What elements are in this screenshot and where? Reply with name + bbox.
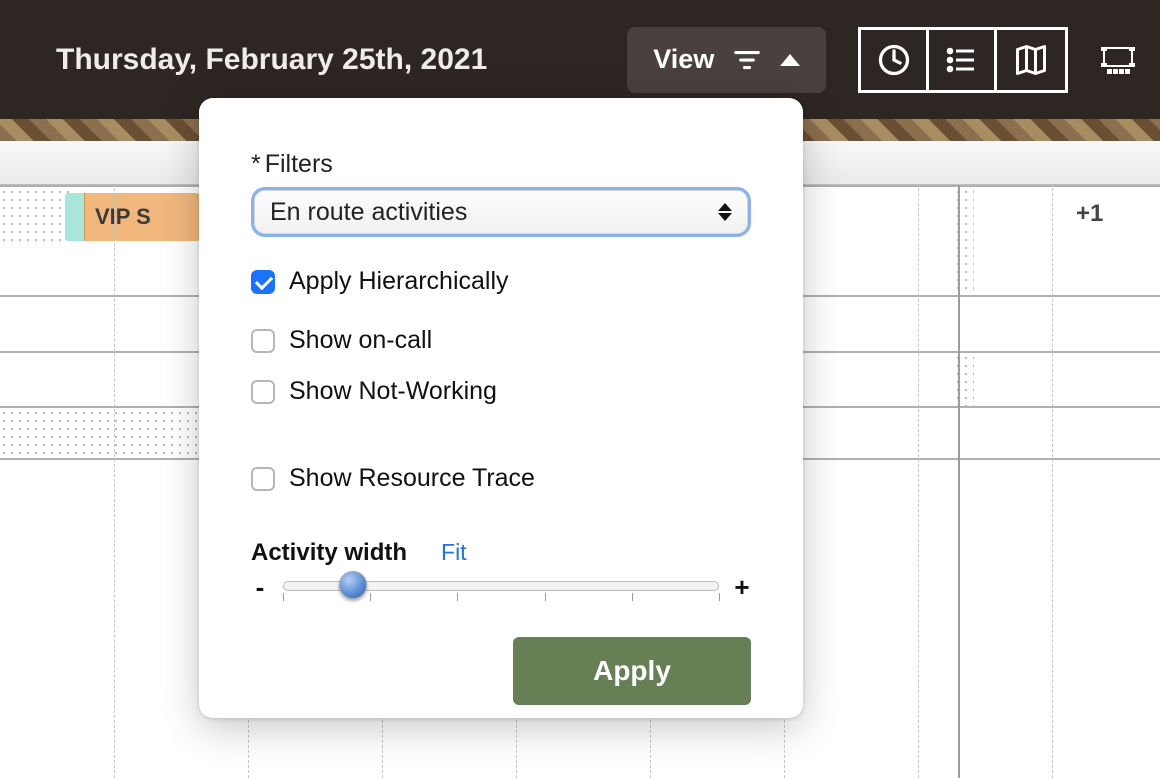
unavailable-slot <box>0 188 70 241</box>
hour-gridline <box>1052 138 1053 778</box>
show-resource-trace-checkbox[interactable] <box>251 467 275 491</box>
show-resource-trace-label: Show Resource Trace <box>289 464 535 493</box>
activity-resize-handle[interactable] <box>65 193 85 241</box>
view-menu-label: View <box>653 44 714 75</box>
filter-icon <box>732 45 762 75</box>
apply-button[interactable]: Apply <box>513 637 751 705</box>
fit-link[interactable]: Fit <box>441 539 467 566</box>
unavailable-slot <box>954 354 974 407</box>
map-view-button[interactable] <box>997 30 1065 90</box>
filters-heading: *Filters <box>251 150 751 179</box>
activity-width-label: Activity width <box>251 539 407 567</box>
slider-thumb[interactable] <box>339 571 367 599</box>
caret-up-icon <box>780 54 800 66</box>
day-boundary <box>958 138 960 778</box>
filters-select-value: En route activities <box>270 198 467 227</box>
apply-hierarchically-label: Apply Hierarchically <box>289 267 509 296</box>
list-view-button[interactable] <box>929 30 997 90</box>
filters-heading-text: Filters <box>265 150 333 178</box>
date-title[interactable]: Thursday, February 25th, 2021 <box>56 43 487 77</box>
apply-hierarchically-checkbox[interactable] <box>251 270 275 294</box>
view-mode-group <box>858 27 1068 93</box>
show-on-call-label: Show on-call <box>289 326 432 355</box>
unavailable-slot <box>0 409 200 457</box>
show-not-working-label: Show Not-Working <box>289 377 497 406</box>
unavailable-slot <box>954 188 974 295</box>
slider-plus-label: + <box>733 572 751 603</box>
timeline-view-button[interactable] <box>861 30 929 90</box>
activity-block[interactable]: VIP S <box>65 193 200 241</box>
more-options-button[interactable] <box>1098 38 1138 82</box>
show-on-call-checkbox[interactable] <box>251 329 275 353</box>
required-marker: * <box>251 150 261 178</box>
view-filters-popover: *Filters En route activities Apply Hiera… <box>199 98 803 718</box>
show-not-working-checkbox[interactable] <box>251 380 275 404</box>
view-menu-button[interactable]: View <box>627 27 826 93</box>
select-stepper-icon <box>716 190 734 234</box>
hour-gridline <box>918 138 919 778</box>
slider-minus-label: - <box>251 572 269 603</box>
activity-width-slider-row: - + <box>251 571 751 603</box>
hour-gridline <box>114 138 115 778</box>
filters-select[interactable]: En route activities <box>251 187 751 237</box>
activity-label: VIP S <box>95 204 151 230</box>
activity-width-slider[interactable] <box>283 571 719 603</box>
overflow-count[interactable]: +1 <box>1076 200 1103 228</box>
